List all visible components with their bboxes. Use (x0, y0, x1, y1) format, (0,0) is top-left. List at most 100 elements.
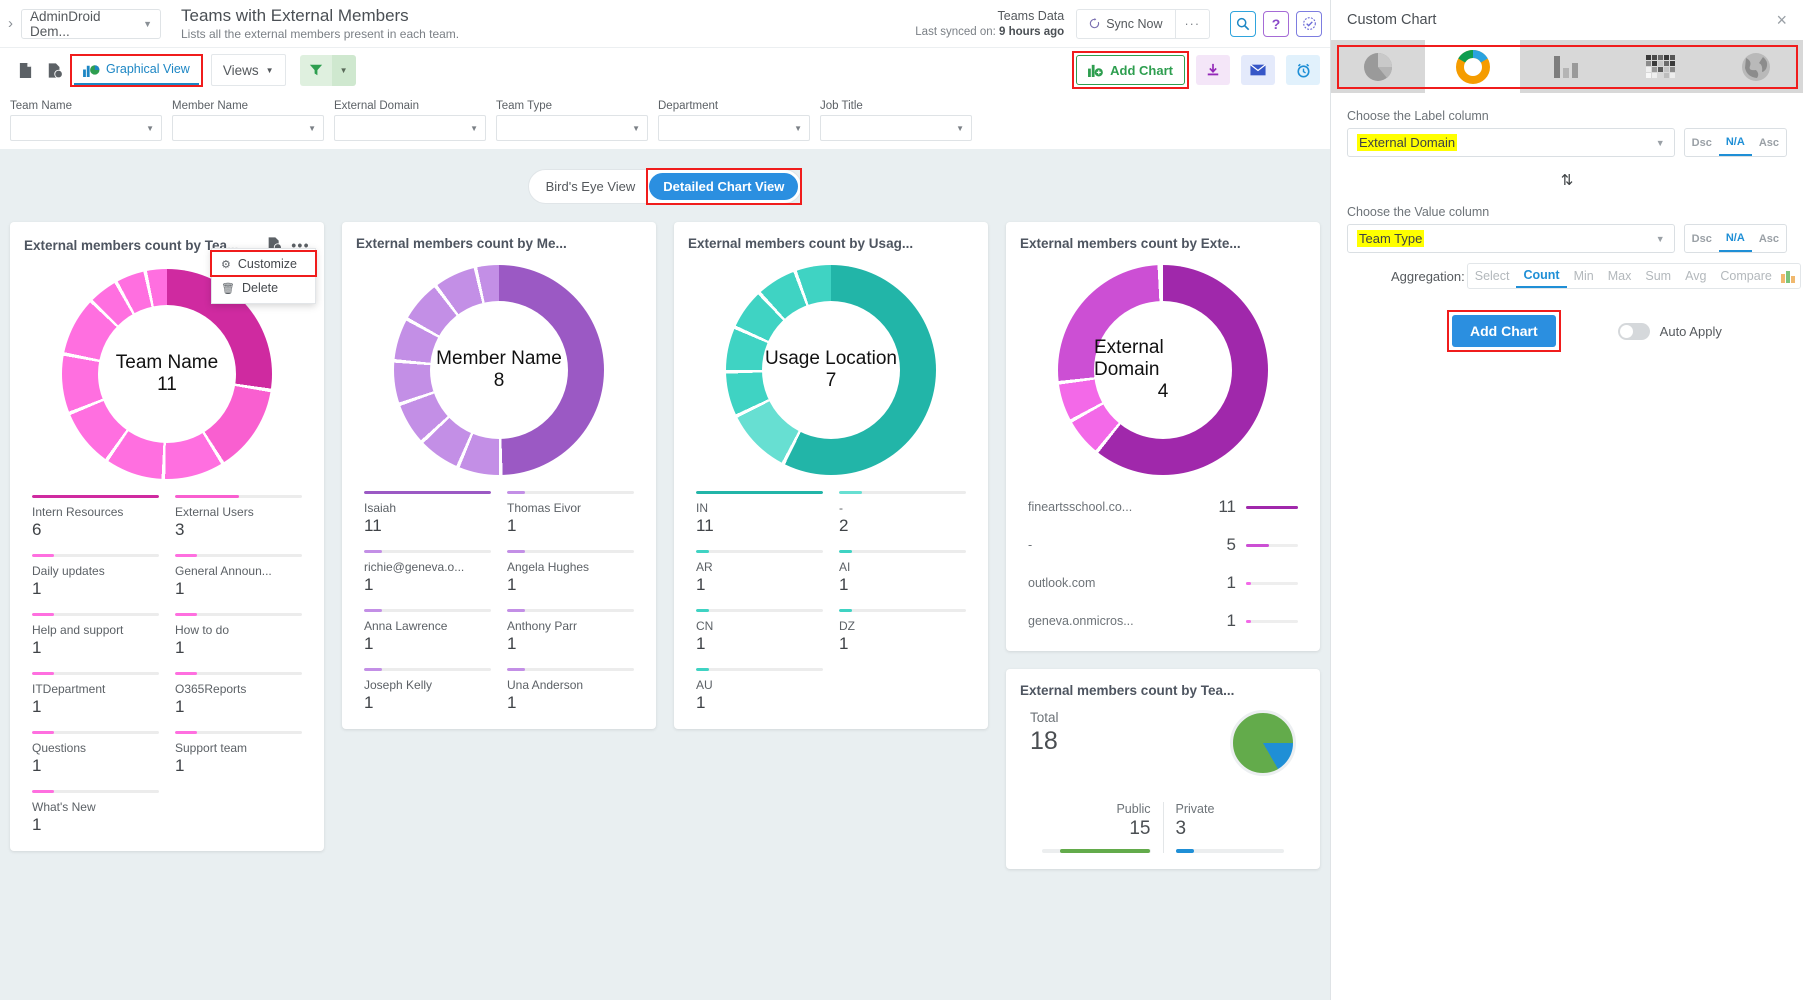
legend-item[interactable]: - 5 (1028, 535, 1298, 555)
geo-chart-tab[interactable] (1709, 40, 1803, 93)
agg-option-sum[interactable]: Sum (1638, 264, 1678, 288)
agg-option-avg[interactable]: Avg (1678, 264, 1713, 288)
download-icon[interactable] (1196, 55, 1230, 85)
auto-apply-toggle[interactable] (1618, 323, 1650, 340)
search-icon[interactable] (1230, 11, 1256, 37)
legend-item[interactable]: ITDepartment1 (32, 672, 159, 717)
pie-chart-tab[interactable] (1331, 40, 1425, 93)
add-chart-button[interactable]: Add Chart (1076, 55, 1185, 85)
agg-option-max[interactable]: Max (1601, 264, 1639, 288)
legend-item[interactable]: External Users3 (175, 495, 302, 540)
legend-item[interactable]: outlook.com 1 (1028, 573, 1298, 593)
legend-item[interactable]: Daily updates1 (32, 554, 159, 599)
legend-item[interactable]: AI1 (839, 550, 966, 595)
agg-option-count[interactable]: Count (1516, 264, 1566, 288)
filter-select[interactable]: ▼ (658, 115, 810, 141)
legend-item[interactable]: O365Reports1 (175, 672, 302, 717)
panel-add-chart-button[interactable]: Add Chart (1452, 315, 1556, 347)
agg-option-min[interactable]: Min (1567, 264, 1601, 288)
legend-item[interactable]: Intern Resources6 (32, 495, 159, 540)
donut-center-value: 11 (157, 374, 177, 396)
legend-item[interactable]: Anthony Parr1 (507, 609, 634, 654)
donut-chart[interactable]: External Domain 4 (1058, 265, 1268, 475)
filter-caret-icon[interactable]: ▼ (332, 55, 356, 86)
legend-name: Thomas Eivor (507, 501, 634, 515)
card-title: External members count by Me... (356, 236, 642, 251)
legend-item[interactable]: AU1 (696, 668, 823, 713)
views-dropdown[interactable]: Views ▼ (211, 54, 286, 86)
legend-item[interactable]: Anna Lawrence1 (364, 609, 491, 654)
summary-pie-chart[interactable] (1230, 710, 1296, 776)
legend-item[interactable]: Thomas Eivor1 (507, 491, 634, 536)
legend-item[interactable]: AR1 (696, 550, 823, 595)
legend-item[interactable]: DZ1 (839, 609, 966, 654)
filter-icon[interactable] (300, 55, 332, 86)
legend-item[interactable]: geneva.onmicros... 1 (1028, 611, 1298, 631)
donut-chart[interactable]: Usage Location 7 (726, 265, 936, 475)
legend-value: 1 (175, 697, 302, 717)
legend-name: - (1028, 538, 1200, 552)
mail-icon[interactable] (1241, 55, 1275, 85)
label-column-caption: Choose the Label column (1347, 109, 1787, 123)
sort-asc-button[interactable]: Asc (1752, 129, 1786, 156)
legend-item[interactable]: Isaiah11 (364, 491, 491, 536)
legend-item[interactable]: richie@geneva.o...1 (364, 550, 491, 595)
filter-select[interactable]: ▼ (496, 115, 648, 141)
filter-select[interactable]: ▼ (172, 115, 324, 141)
legend-value: 1 (364, 575, 491, 595)
legend-item[interactable]: What's New1 (32, 790, 159, 835)
sync-now-button[interactable]: Sync Now (1077, 17, 1174, 31)
heatmap-chart-tab[interactable] (1614, 40, 1708, 93)
sort-asc-button[interactable]: Asc (1752, 225, 1786, 252)
filter-select[interactable]: ▼ (334, 115, 486, 141)
sort-na-button[interactable]: N/A (1719, 129, 1752, 156)
legend-item[interactable]: Joseph Kelly1 (364, 668, 491, 713)
legend-item[interactable]: fineartsschool.co... 11 (1028, 497, 1298, 517)
menu-item-delete[interactable]: 🗑 Delete (212, 276, 315, 300)
legend-item[interactable]: IN11 (696, 491, 823, 536)
chart-legend: Isaiah11 Thomas Eivor1 richie@geneva.o..… (356, 487, 642, 713)
compare-bars-icon (1779, 264, 1800, 288)
legend-value: 1 (507, 575, 634, 595)
help-icon[interactable]: ? (1263, 11, 1289, 37)
org-selector[interactable]: AdminDroid Dem... ▼ (21, 9, 161, 39)
legend-name: Help and support (32, 623, 159, 637)
donut-chart[interactable]: Member Name 8 (394, 265, 604, 475)
legend-item[interactable]: -2 (839, 491, 966, 536)
legend-item[interactable]: Questions1 (32, 731, 159, 776)
value-column-select[interactable]: Team Type ▼ (1347, 224, 1675, 253)
sort-dsc-button[interactable]: Dsc (1685, 225, 1719, 252)
filter-select[interactable]: ▼ (820, 115, 972, 141)
chevron-down-icon: ▼ (794, 124, 802, 133)
detailed-chart-view-tab[interactable]: Detailed Chart View (649, 173, 798, 200)
bar-chart-tab[interactable] (1520, 40, 1614, 93)
document-icon[interactable] (10, 55, 40, 85)
legend-item[interactable]: Angela Hughes1 (507, 550, 634, 595)
legend-item[interactable]: General Announ...1 (175, 554, 302, 599)
swap-columns-icon[interactable]: ⇅ (1347, 171, 1787, 189)
legend-item[interactable]: Una Anderson1 (507, 668, 634, 713)
legend-name: Anna Lawrence (364, 619, 491, 633)
sort-dsc-button[interactable]: Dsc (1685, 129, 1719, 156)
sync-more-button[interactable]: ··· (1175, 10, 1210, 38)
legend-item[interactable]: How to do1 (175, 613, 302, 658)
graphical-view-tab[interactable]: Graphical View (74, 55, 199, 85)
legend-item[interactable]: Support team1 (175, 731, 302, 776)
sort-na-button[interactable]: N/A (1719, 225, 1752, 252)
legend-item[interactable]: Help and support1 (32, 613, 159, 658)
label-column-select[interactable]: External Domain ▼ (1347, 128, 1675, 157)
expand-sidebar-icon[interactable]: › (4, 15, 21, 32)
agg-option-compare[interactable]: Compare (1713, 264, 1778, 288)
donut-chart-tab[interactable] (1425, 40, 1519, 93)
sync-now-button-group[interactable]: Sync Now ··· (1076, 9, 1210, 39)
check-circle-icon[interactable] (1296, 11, 1322, 37)
alarm-icon[interactable] (1286, 55, 1320, 85)
agg-option-select[interactable]: Select (1468, 264, 1517, 288)
legend-item[interactable]: CN1 (696, 609, 823, 654)
menu-item-customize[interactable]: ⚙ Customize (212, 252, 315, 276)
document-chart-icon[interactable] (40, 55, 70, 85)
close-icon[interactable]: × (1776, 10, 1787, 31)
birds-eye-view-tab[interactable]: Bird's Eye View (532, 173, 650, 200)
filter-button-group[interactable]: ▼ (300, 55, 356, 86)
filter-select[interactable]: ▼ (10, 115, 162, 141)
